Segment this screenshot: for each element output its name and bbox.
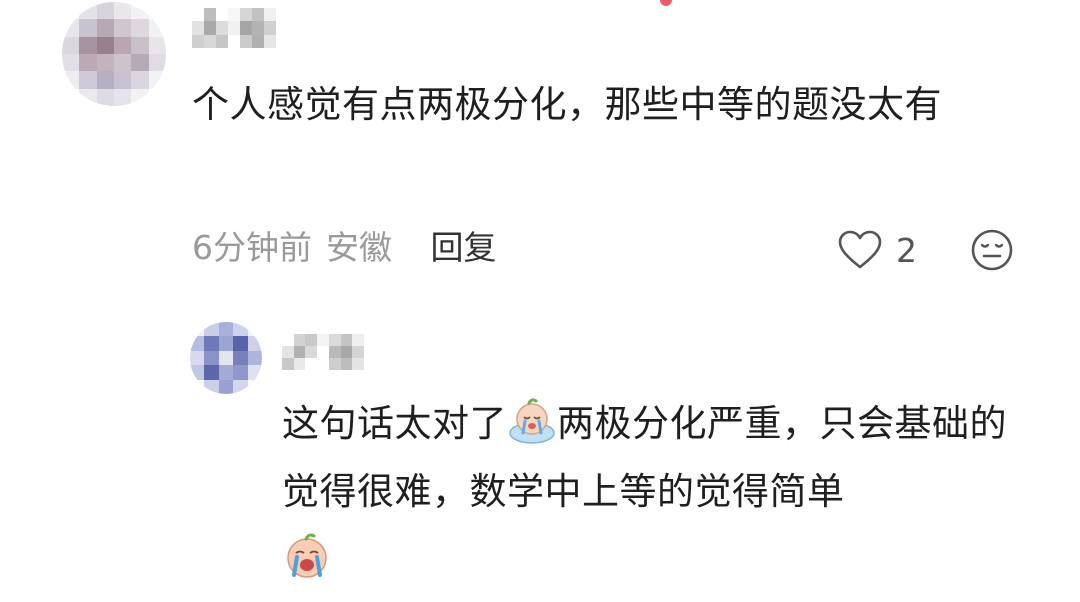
commenter-name-redacted[interactable] bbox=[192, 8, 276, 48]
reply-text-part1: 这句话太对了 bbox=[282, 402, 507, 445]
comment-body: 个人感觉有点两极分化，那些中等的题没太有 bbox=[192, 83, 942, 126]
commenter-avatar[interactable] bbox=[62, 2, 166, 106]
comment-meta: 6分钟前 安徽 回复 bbox=[192, 226, 497, 270]
notification-dot bbox=[660, 0, 672, 6]
reply-button[interactable]: 回复 bbox=[431, 228, 497, 267]
replier-avatar[interactable] bbox=[190, 322, 262, 394]
crying-peach-emoji-icon bbox=[287, 533, 327, 578]
crying-peach-emoji-icon bbox=[509, 397, 555, 444]
heart-outline-icon bbox=[838, 230, 882, 269]
comment-thread: 个人感觉有点两极分化，那些中等的题没太有 6分钟前 安徽 回复 2 这句话太对了… bbox=[0, 0, 1080, 602]
neutral-face-icon bbox=[971, 229, 1013, 271]
comment-location: 安徽 bbox=[326, 228, 392, 267]
dislike-button[interactable] bbox=[970, 228, 1014, 272]
reply-body: 这句话太对了 两极分化严重，只会基础的觉得很难，数学中上等的觉得简单 bbox=[282, 390, 1042, 594]
like-count: 2 bbox=[896, 230, 917, 270]
comment-time: 6分钟前 bbox=[192, 228, 312, 267]
like-button[interactable]: 2 bbox=[838, 228, 917, 272]
replier-name-redacted[interactable] bbox=[282, 334, 364, 370]
